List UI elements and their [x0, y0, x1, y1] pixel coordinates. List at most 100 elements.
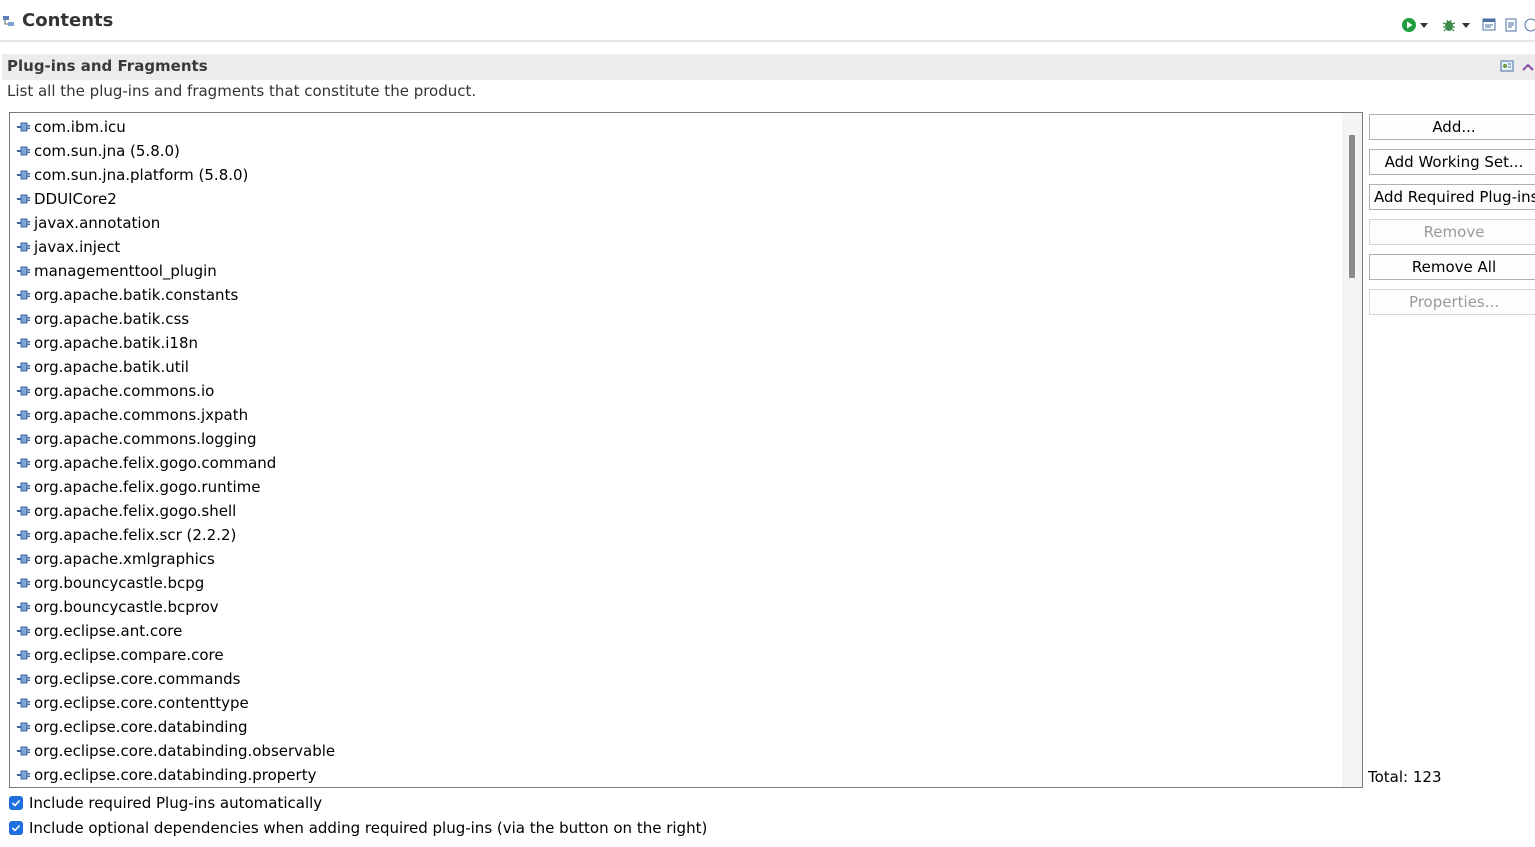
plugin-name: org.apache.batik.css — [34, 310, 190, 328]
doc-icon[interactable] — [1503, 16, 1519, 34]
list-item[interactable]: managementtool_plugin — [16, 259, 217, 283]
list-item[interactable]: org.apache.batik.constants — [16, 283, 238, 307]
plugin-icon — [17, 698, 30, 708]
plugin-icon — [17, 410, 30, 420]
plugin-icon — [17, 770, 30, 780]
dropdown-arrow-icon[interactable] — [1461, 16, 1471, 34]
plugin-name: org.apache.felix.scr (2.2.2) — [34, 526, 237, 544]
add-required-plugins-button[interactable]: Add Required Plug-ins — [1369, 184, 1535, 210]
list-item[interactable]: javax.annotation — [16, 211, 160, 235]
list-item[interactable]: org.bouncycastle.bcpg — [16, 571, 204, 595]
list-item[interactable]: org.eclipse.core.commands — [16, 667, 240, 691]
plugin-icon — [17, 266, 30, 276]
plugin-name: org.bouncycastle.bcpg — [34, 574, 205, 592]
list-item[interactable]: DDUICore2 — [16, 187, 117, 211]
plugin-list[interactable]: com.ibm.icu com.sun.jna (5.8.0) com.sun.jn… — [9, 112, 1363, 788]
plugin-icon — [17, 458, 30, 468]
plugin-icon — [17, 674, 30, 684]
total-count: Total: 123 — [1368, 768, 1442, 786]
section-help-icon[interactable] — [1521, 60, 1535, 74]
list-item[interactable]: org.apache.batik.util — [16, 355, 189, 379]
plugin-name: org.apache.commons.io — [34, 382, 215, 400]
plugin-name: org.eclipse.core.databinding — [34, 718, 248, 736]
plugin-icon — [17, 338, 30, 348]
list-item[interactable]: org.apache.batik.css — [16, 307, 189, 331]
list-item[interactable]: org.apache.felix.gogo.runtime — [16, 475, 261, 499]
vertical-scrollbar[interactable] — [1342, 113, 1362, 787]
section-header: Plug-ins and Fragments — [2, 54, 1535, 80]
list-item[interactable]: org.apache.commons.jxpath — [16, 403, 248, 427]
add-button[interactable]: Add... — [1369, 114, 1535, 140]
list-item[interactable]: org.apache.batik.i18n — [16, 331, 198, 355]
plugin-icon — [17, 578, 30, 588]
include-required-option[interactable]: Include required Plug-ins automatically — [9, 792, 322, 814]
include-optional-option[interactable]: Include optional dependencies when addin… — [9, 817, 707, 839]
plugin-name: org.apache.felix.gogo.command — [34, 454, 277, 472]
include-required-checkbox[interactable] — [9, 796, 23, 810]
plugin-name: com.sun.jna (5.8.0) — [34, 142, 180, 160]
list-item[interactable]: org.apache.felix.scr (2.2.2) — [16, 523, 236, 547]
plugin-icon — [17, 650, 30, 660]
plugin-icon — [17, 362, 30, 372]
debug-icon[interactable] — [1441, 16, 1457, 34]
dropdown-arrow-icon[interactable] — [1419, 16, 1429, 34]
plugin-name: org.apache.commons.logging — [34, 430, 257, 448]
section-toolbar — [1499, 58, 1535, 76]
plugin-dependencies-icon[interactable] — [1499, 58, 1515, 74]
remove-all-button[interactable]: Remove All — [1369, 254, 1535, 280]
editor-header: Contents — [0, 0, 1535, 42]
properties-button[interactable]: Properties... — [1369, 289, 1535, 315]
plugin-name: org.eclipse.core.databinding.property — [34, 766, 317, 784]
list-item[interactable]: com.sun.jna (5.8.0) — [16, 139, 180, 163]
list-item[interactable]: org.eclipse.core.contenttype — [16, 691, 249, 715]
export-icon[interactable] — [1481, 16, 1497, 34]
list-item[interactable]: org.eclipse.compare.core — [16, 643, 224, 667]
plugin-icon — [17, 506, 30, 516]
include-required-label: Include required Plug-ins automatically — [29, 794, 323, 812]
plugin-name: org.eclipse.ant.core — [34, 622, 183, 640]
plugin-name: org.apache.batik.constants — [34, 286, 239, 304]
plugin-name: javax.annotation — [34, 214, 161, 232]
checkmark-icon — [11, 824, 21, 832]
remove-button[interactable]: Remove — [1369, 219, 1535, 245]
plugin-name: DDUICore2 — [34, 190, 117, 208]
plugin-icon — [17, 146, 30, 156]
list-item[interactable]: org.bouncycastle.bcprov — [16, 595, 219, 619]
scrollbar-thumb[interactable] — [1349, 135, 1355, 278]
plugin-name: org.eclipse.core.contenttype — [34, 694, 249, 712]
plugin-icon — [17, 722, 30, 732]
checkmark-icon — [11, 799, 21, 807]
plugin-name: org.apache.felix.gogo.shell — [34, 502, 237, 520]
plugin-icon — [17, 626, 30, 636]
plugin-name: org.apache.commons.jxpath — [34, 406, 249, 424]
plugin-icon — [17, 122, 30, 132]
list-item[interactable]: org.apache.commons.io — [16, 379, 214, 403]
list-item[interactable]: javax.inject — [16, 235, 120, 259]
list-item[interactable]: org.apache.commons.logging — [16, 427, 257, 451]
list-item[interactable]: org.eclipse.ant.core — [16, 619, 182, 643]
list-item[interactable]: org.eclipse.core.databinding — [16, 715, 247, 739]
editor-toolbar — [1395, 16, 1535, 36]
plugin-name: org.eclipse.compare.core — [34, 646, 224, 664]
plugin-name: org.bouncycastle.bcprov — [34, 598, 219, 616]
list-item[interactable]: org.apache.felix.gogo.command — [16, 451, 276, 475]
run-icon[interactable] — [1401, 16, 1417, 34]
plugin-name: managementtool_plugin — [34, 262, 217, 280]
add-working-set-button[interactable]: Add Working Set... — [1369, 149, 1535, 175]
list-item[interactable]: org.apache.xmlgraphics — [16, 547, 215, 571]
list-item[interactable]: org.eclipse.core.databinding.observable — [16, 739, 335, 763]
plugin-name: org.eclipse.core.commands — [34, 670, 241, 688]
plugin-icon — [17, 530, 30, 540]
list-item[interactable]: com.sun.jna.platform (5.8.0) — [16, 163, 248, 187]
list-item[interactable]: org.eclipse.core.databinding.property — [16, 763, 316, 787]
include-optional-label: Include optional dependencies when addin… — [29, 819, 708, 837]
section-title: Plug-ins and Fragments — [7, 57, 208, 75]
plugin-icon — [17, 602, 30, 612]
plugin-icon — [17, 170, 30, 180]
help-icon[interactable] — [1523, 16, 1535, 34]
plugin-icon — [17, 242, 30, 252]
list-item[interactable]: org.apache.felix.gogo.shell — [16, 499, 236, 523]
include-optional-checkbox[interactable] — [9, 821, 23, 835]
list-item[interactable]: com.ibm.icu — [16, 115, 126, 139]
plugin-icon — [17, 194, 30, 204]
